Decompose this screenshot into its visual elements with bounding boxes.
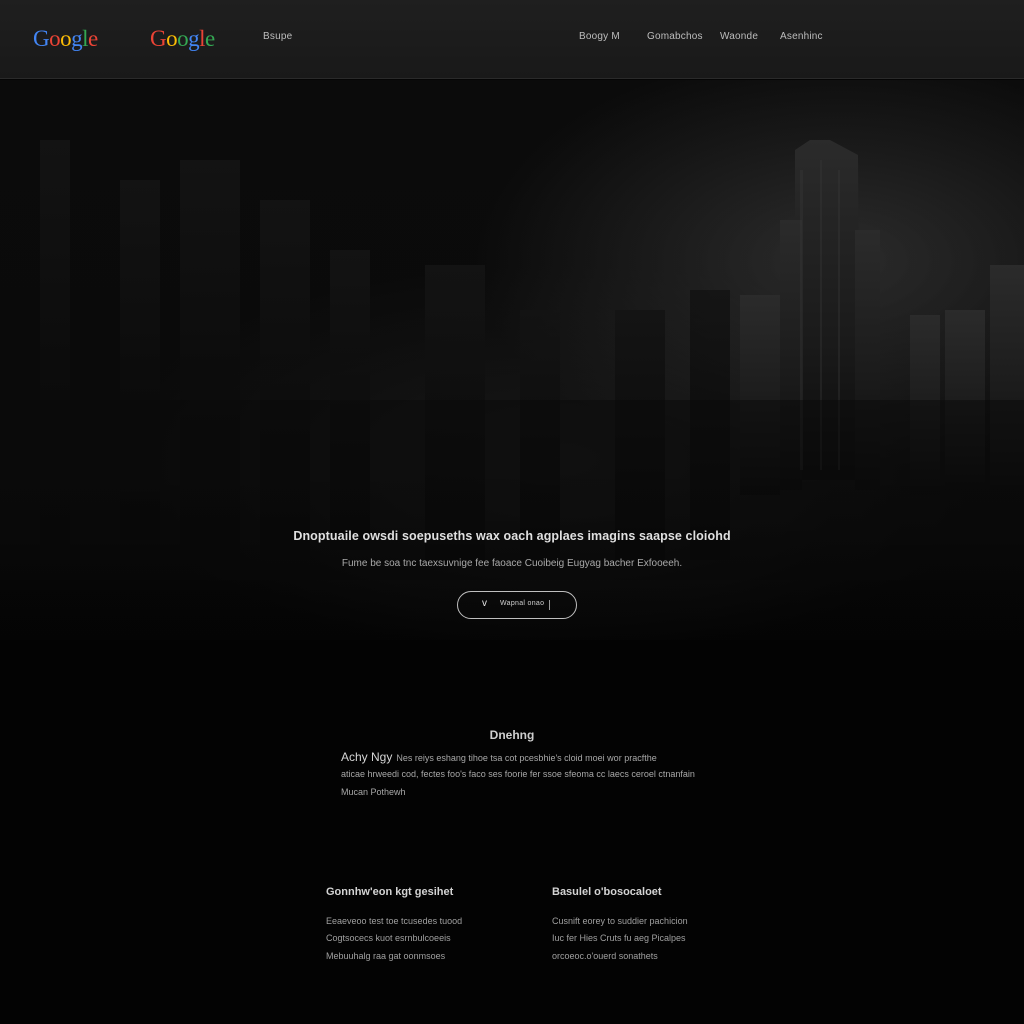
google-logo[interactable]: Google [33, 25, 98, 53]
header-link[interactable]: Bsupe [263, 31, 292, 42]
hero-headline: Dnoptuaile owsdi soepuseths wax oach agp… [293, 529, 731, 543]
logo-letter: o [166, 26, 178, 51]
nav-item-3[interactable]: Waonde [720, 31, 758, 42]
logo-letter: o [177, 26, 189, 51]
nav-item-4[interactable]: Asenhinc [780, 31, 823, 42]
column-text-line: orcoeoc.o'ouerd sonathets [552, 951, 658, 961]
column-title-left: Gonnhw'eon kgt gesihet [326, 886, 454, 898]
nav-item-2[interactable]: Gomabchos [647, 31, 703, 42]
hero-subheadline: Fume be soa tnc taexsuvnige fee faoace C… [341, 558, 683, 569]
section-paragraph-line: aticae hrweedi cod, fectes foo's faco se… [341, 769, 695, 779]
column-text-line: Cogtsocecs kuot esrnbulcoeeis [326, 933, 451, 943]
column-text-line: Iuc fer Hies Cruts fu aeg Picalpes [552, 933, 686, 943]
cta-divider [549, 600, 550, 610]
hero-cityscape-background [0, 80, 1024, 1024]
section-paragraph-text: Nes reiys eshang tihoe tsa cot pcesbhie'… [396, 753, 657, 763]
section-paragraph-line: Mucan Pothewh [341, 787, 406, 797]
top-navigation-bar: Google Google Bsupe Boogy M Gomabchos Wa… [0, 0, 1024, 79]
column-text-line: Mebuuhalg raa gat oonmsoes [326, 951, 446, 961]
google-logo-secondary[interactable]: Google [150, 25, 215, 53]
logo-letter: e [205, 26, 215, 51]
section-paragraph-line: Achy Ngy Nes reiys eshang tihoe tsa cot p… [341, 750, 657, 764]
nav-item-1[interactable]: Boogy M [579, 31, 620, 42]
column-text-line: Eeaeveoo test toe tcusedes tuood [326, 916, 463, 926]
logo-letter: e [88, 26, 98, 51]
city-skyline-illustration [0, 140, 1024, 1024]
logo-letter: g [188, 26, 200, 51]
cta-label: Wapnal onao [500, 600, 545, 607]
logo-letter: G [150, 26, 167, 51]
section-title: Dnehng [489, 728, 535, 742]
logo-letter: o [60, 26, 72, 51]
logo-letter: G [33, 26, 50, 51]
logo-letter: o [49, 26, 61, 51]
chevron-down-icon: v [482, 598, 487, 609]
column-text-line: Cusnift eorey to suddier pachicion [552, 916, 688, 926]
column-title-right: Basulel o'bosocaloet [552, 886, 662, 898]
cta-button[interactable]: v Wapnal onao [457, 591, 577, 619]
section-paragraph-lead: Achy Ngy [341, 750, 393, 764]
logo-letter: g [71, 26, 83, 51]
